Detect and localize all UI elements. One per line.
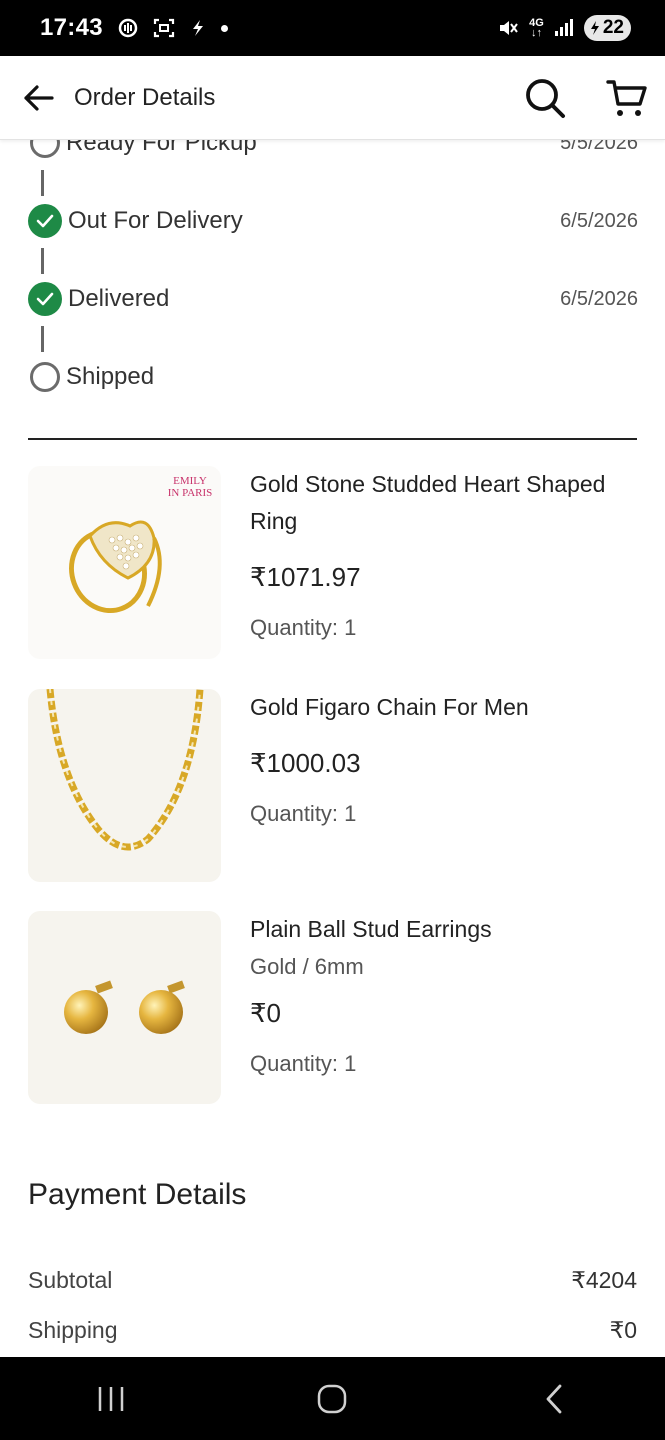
timeline-step-label: Delivered <box>68 285 170 312</box>
cart-button[interactable] <box>605 76 649 120</box>
pending-circle-icon <box>30 140 60 158</box>
ball-stud-earrings-image[interactable] <box>28 911 221 1104</box>
search-button[interactable] <box>523 76 567 120</box>
timeline-step-out-for-delivery: Out For Delivery 6/5/2026 <box>28 182 638 274</box>
battery-level: 22 <box>602 17 624 38</box>
check-circle-icon <box>28 204 62 238</box>
status-system-icons: 4G ↓↑ 22 <box>497 15 631 41</box>
system-back-button[interactable] <box>524 1369 584 1429</box>
timeline-step-delivered: Delivered 6/5/2026 <box>28 260 638 352</box>
search-icon <box>526 78 565 118</box>
product-price: ₹1071.97 <box>250 562 361 592</box>
timeline-step-label: Shipped <box>66 363 155 390</box>
sync-icon <box>118 18 138 38</box>
timeline-step-date: 5/5/2026 <box>560 140 638 154</box>
battery-indicator: 22 <box>583 15 631 41</box>
svg-text:EMILY: EMILY <box>173 475 207 487</box>
payment-row-label: Shipping <box>28 1317 118 1343</box>
product-quantity: Quantity: 1 <box>250 801 357 826</box>
order-item-info: Gold Stone Studded Heart Shaped Ring ₹10… <box>250 466 638 659</box>
payment-details-title: Payment Details <box>28 1178 247 1211</box>
earrings-icon <box>64 980 185 1034</box>
timeline-step-label: Out For Delivery <box>68 207 243 234</box>
section-divider <box>28 438 637 440</box>
status-time: 17:43 <box>40 14 103 41</box>
product-name[interactable]: Gold Stone Studded Heart Shaped Ring <box>250 466 638 540</box>
timeline-step-date: 6/5/2026 <box>560 209 638 232</box>
timeline-step-date: 6/5/2026 <box>560 287 638 310</box>
bolt-icon <box>192 20 203 36</box>
status-bar: 17:43 4G ↓↑ 22 <box>0 0 665 56</box>
heart-ring-image[interactable]: EMILY IN PARIS <box>28 466 221 659</box>
check-circle-icon <box>28 282 62 316</box>
screenshot-icon <box>153 18 174 38</box>
order-item[interactable]: EMILY IN PARIS Gold Stone Studded Heart … <box>28 466 638 659</box>
order-item-info: Gold Figaro Chain For Men ₹1000.03 Quant… <box>250 689 638 882</box>
payment-row-value: ₹0 <box>609 1317 637 1343</box>
payment-row-shipping: Shipping ₹0 <box>28 1317 637 1344</box>
recent-apps-icon <box>98 1386 124 1411</box>
timeline-step-ready-for-pickup: Ready For Pickup 5/5/2026 <box>28 140 638 196</box>
product-quantity: Quantity: 1 <box>250 1051 357 1076</box>
header-actions <box>523 76 649 120</box>
figaro-chain-image[interactable] <box>28 689 221 882</box>
product-price: ₹0 <box>250 998 282 1028</box>
signal-icon <box>554 19 573 36</box>
order-item[interactable]: Gold Figaro Chain For Men ₹1000.03 Quant… <box>28 689 638 882</box>
checkmark-icon <box>36 214 54 228</box>
product-name[interactable]: Gold Figaro Chain For Men <box>250 689 638 726</box>
chevron-left-icon <box>546 1384 562 1413</box>
mute-icon <box>500 21 518 35</box>
product-quantity: Quantity: 1 <box>250 615 357 640</box>
home-button[interactable] <box>302 1369 362 1429</box>
network-type: 4G ↓↑ <box>529 17 544 39</box>
cart-icon <box>606 79 647 116</box>
recent-apps-button[interactable] <box>81 1369 141 1429</box>
back-button[interactable] <box>20 80 56 116</box>
arrow-left-icon <box>24 84 54 111</box>
app-header: Order Details <box>0 56 665 140</box>
checkmark-icon <box>36 292 54 306</box>
payment-row-value: ₹4204 <box>571 1267 637 1293</box>
home-icon <box>318 1384 347 1413</box>
emily-in-paris-logo: EMILY IN PARIS <box>69 475 213 614</box>
payment-row-label: Subtotal <box>28 1267 113 1293</box>
chain-icon <box>46 689 204 851</box>
svg-text:IN PARIS: IN PARIS <box>168 487 213 499</box>
order-details-content[interactable]: Ready For Pickup 5/5/2026 Out For Delive… <box>0 140 665 1357</box>
product-variant: Gold / 6mm <box>250 954 364 979</box>
order-item-info: Plain Ball Stud Earrings Gold / 6mm ₹0 Q… <box>250 911 638 1104</box>
timeline-step-label: Ready For Pickup <box>66 140 257 156</box>
product-name[interactable]: Plain Ball Stud Earrings <box>250 911 638 948</box>
battery-charging-icon <box>590 21 599 35</box>
system-nav-bar <box>0 1357 665 1440</box>
status-notification-icons <box>117 17 228 39</box>
order-timeline: Ready For Pickup 5/5/2026 Out For Delive… <box>28 140 638 416</box>
page-title: Order Details <box>74 83 216 111</box>
timeline-step-shipped: Shipped <box>28 338 638 416</box>
product-price: ₹1000.03 <box>250 748 361 778</box>
pending-circle-icon <box>30 362 60 392</box>
payment-row-subtotal: Subtotal ₹4204 <box>28 1267 637 1294</box>
notification-dot <box>220 24 228 32</box>
order-item[interactable]: Plain Ball Stud Earrings Gold / 6mm ₹0 Q… <box>28 911 638 1104</box>
network-label: 4G <box>529 17 544 29</box>
